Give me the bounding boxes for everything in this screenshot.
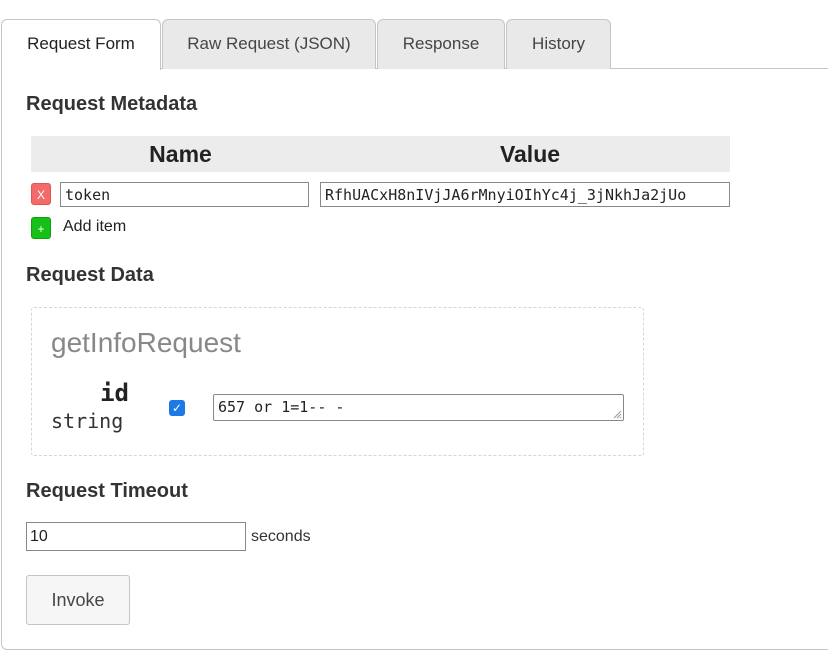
remove-item-button[interactable]: X	[31, 183, 51, 205]
metadata-table: Name Value	[31, 136, 730, 172]
resize-grip-icon[interactable]	[613, 410, 622, 419]
add-item-label[interactable]: Add item	[63, 218, 126, 236]
timeout-unit-label: seconds	[251, 528, 311, 545]
tab-response[interactable]: Response	[377, 19, 505, 69]
add-item-button[interactable]: +	[31, 217, 51, 239]
request-timeout-heading: Request Timeout	[26, 480, 188, 502]
field-type: string	[51, 409, 124, 433]
field-value-textarea[interactable]: 657 or 1=1-- -	[213, 394, 624, 421]
tab-bar: Request Form Raw Request (JSON) Response…	[0, 19, 828, 70]
invoke-button[interactable]: Invoke	[26, 575, 130, 625]
field-enabled-checkbox[interactable]: ✓	[169, 400, 185, 416]
value-column-header: Value	[499, 141, 561, 167]
tab-request-form[interactable]: Request Form	[1, 19, 161, 70]
request-metadata-heading: Request Metadata	[26, 93, 198, 115]
request-data-heading: Request Data	[26, 264, 154, 286]
plus-icon: +	[37, 222, 45, 236]
metadata-value-input[interactable]	[320, 182, 730, 207]
metadata-name-input[interactable]	[60, 182, 309, 207]
tab-history[interactable]: History	[506, 19, 611, 69]
name-column-header: Name	[149, 141, 212, 167]
field-name: id	[100, 379, 129, 407]
checkmark-icon: ✓	[171, 401, 183, 415]
metadata-table-header: Name Value	[31, 136, 730, 172]
tab-raw-request[interactable]: Raw Request (JSON)	[162, 19, 376, 69]
timeout-input[interactable]	[26, 522, 246, 551]
message-name: getInfoRequest	[51, 327, 241, 358]
field-value-text: 657 or 1=1-- -	[218, 398, 345, 416]
